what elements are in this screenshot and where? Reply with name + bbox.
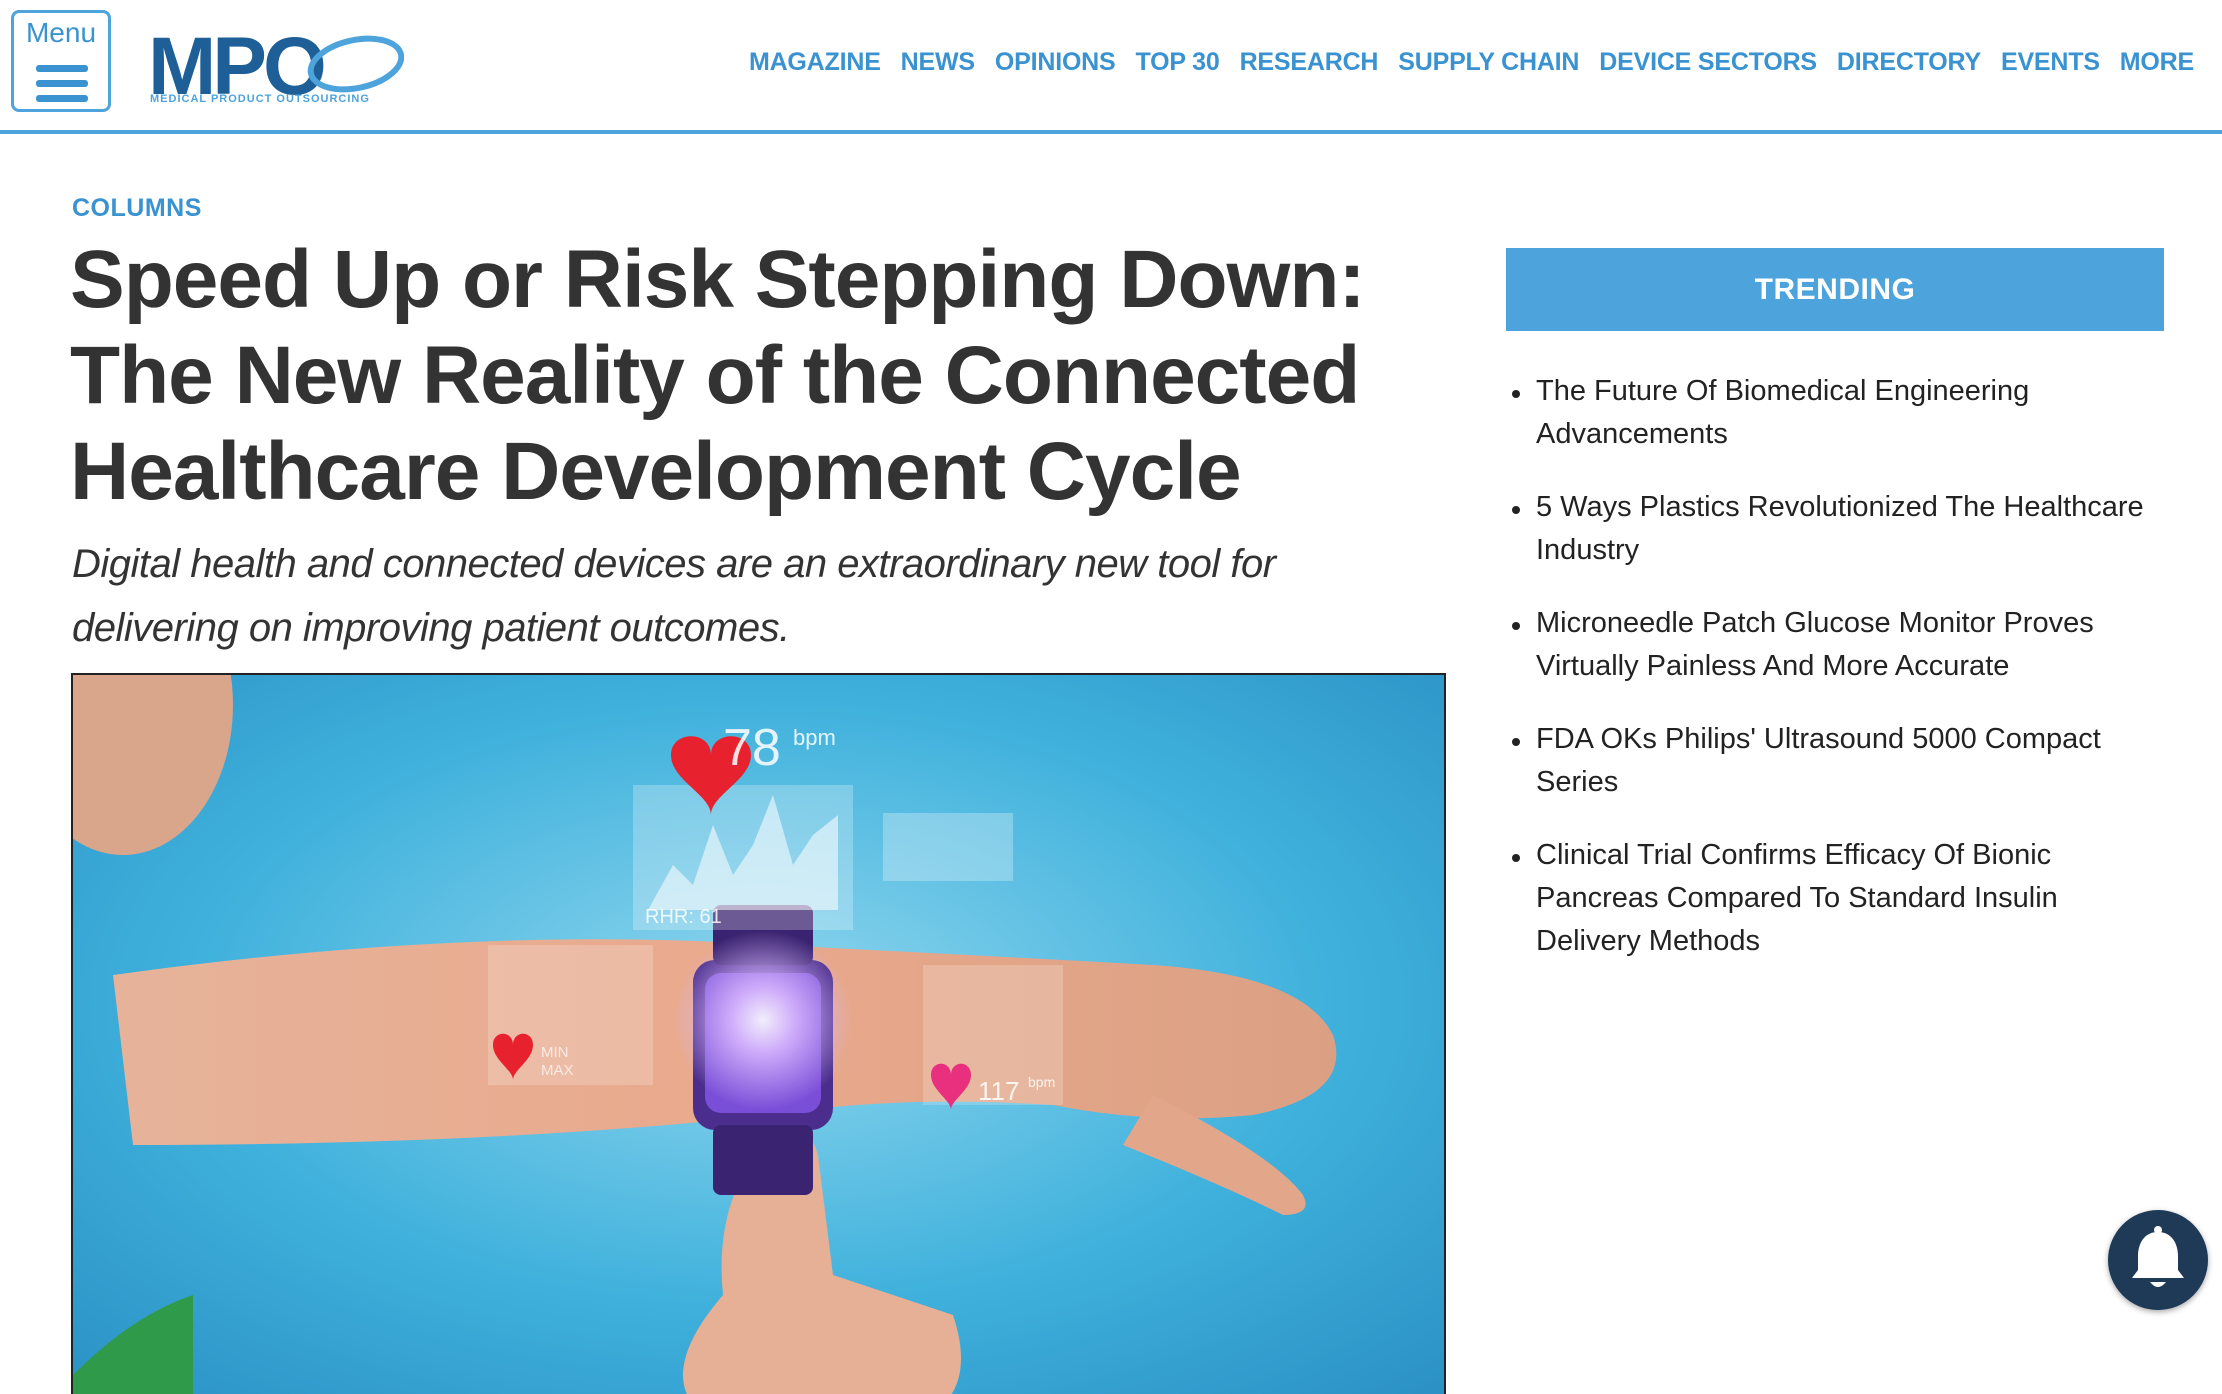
heart-rate-unit: bpm [793,725,836,750]
article-title: Speed Up or Risk Stepping Down: The New … [70,234,1366,517]
trending-item[interactable]: Clinical Trial Confirms Efficacy Of Bion… [1510,834,2150,963]
main-nav: MAGAZINE NEWS OPINIONS TOP 30 RESEARCH S… [749,48,2194,77]
trending-header: TRENDING [1506,248,2164,331]
nav-opinions[interactable]: OPINIONS [995,48,1116,77]
trending-list: The Future Of Biomedical Engineering Adv… [1510,370,2150,993]
logo-tagline: MEDICAL PRODUCT OUTSOURCING [150,93,370,105]
min-label: MIN [541,1044,569,1061]
trending-item[interactable]: Microneedle Patch Glucose Monitor Proves… [1510,602,2150,688]
trending-item[interactable]: The Future Of Biomedical Engineering Adv… [1510,370,2150,456]
notification-bell-button[interactable] [2108,1210,2208,1310]
nav-top-30[interactable]: TOP 30 [1136,48,1220,77]
max-label: MAX [541,1062,574,1079]
heart-rate-value: 78 [723,719,781,777]
trending-item[interactable]: FDA OKs Philips' Ultrasound 5000 Compact… [1510,718,2150,804]
nav-research[interactable]: RESEARCH [1240,48,1379,77]
bell-icon [2132,1226,2184,1287]
nav-device-sectors[interactable]: DEVICE SECTORS [1599,48,1817,77]
nav-magazine[interactable]: MAGAZINE [749,48,881,77]
nav-more[interactable]: MORE [2120,48,2194,77]
menu-label: Menu [25,17,97,48]
site-header: Menu MPO MEDICAL PRODUCT OUTSOURCING MAG… [0,0,2222,134]
nav-supply-chain[interactable]: SUPPLY CHAIN [1398,48,1579,77]
nav-events[interactable]: EVENTS [2001,48,2100,77]
nav-directory[interactable]: DIRECTORY [1837,48,1981,77]
trending-item[interactable]: 5 Ways Plastics Revolutionized The Healt… [1510,486,2150,572]
second-rate-value: 117 [978,1076,1019,1106]
rhr-label: RHR: 61 [645,906,722,928]
nav-news[interactable]: NEWS [901,48,975,77]
menu-button[interactable]: Menu [11,10,111,112]
section-label[interactable]: COLUMNS [72,194,202,223]
article-subtitle: Digital health and connected devices are… [72,542,1276,650]
hero-image: 78 bpm RHR: 61 MIN MAX 117 bpm [71,673,1446,1394]
hamburger-icon [36,65,88,110]
second-rate-unit: bpm [1028,1074,1055,1090]
